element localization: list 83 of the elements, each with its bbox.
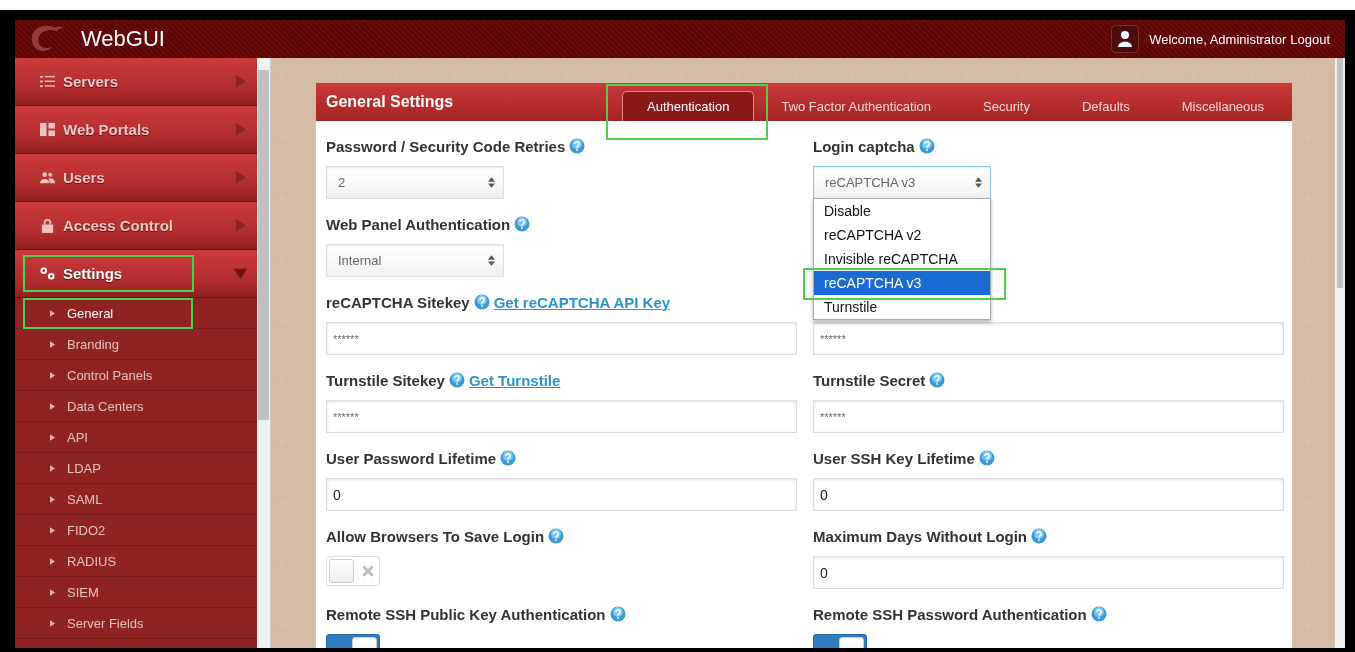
input-field[interactable]: ****** bbox=[326, 322, 797, 355]
caret-icon bbox=[234, 219, 247, 232]
help-icon[interactable] bbox=[929, 372, 946, 388]
input-field[interactable]: 0 bbox=[813, 556, 1284, 589]
link[interactable]: Get reCAPTCHA API Key bbox=[493, 293, 671, 311]
field-label: Turnstile Sitekey bbox=[326, 371, 445, 389]
sidebar-item[interactable]: Users bbox=[15, 154, 257, 202]
caret-icon bbox=[234, 267, 247, 280]
caret-icon bbox=[234, 171, 247, 184]
app-title: WebGUI bbox=[81, 26, 165, 52]
bullet-icon bbox=[50, 526, 55, 534]
help-icon[interactable] bbox=[609, 606, 626, 622]
sidebar-item[interactable]: Servers bbox=[15, 58, 257, 106]
field-label: User Password Lifetime bbox=[326, 449, 497, 467]
portal-icon bbox=[39, 122, 56, 137]
help-icon[interactable] bbox=[1031, 528, 1048, 544]
bullet-icon bbox=[50, 588, 55, 596]
field-label: reCAPTCHA Sitekey bbox=[326, 293, 470, 311]
close-icon bbox=[362, 565, 374, 577]
dropdown-option[interactable]: Invisible reCAPTCHA bbox=[814, 247, 990, 271]
dropdown-option[interactable]: Disable bbox=[814, 199, 990, 223]
help-icon[interactable] bbox=[500, 450, 517, 466]
users-icon bbox=[39, 170, 56, 185]
updown-arrow-icon bbox=[488, 255, 495, 266]
help-icon[interactable] bbox=[978, 450, 995, 466]
help-icon[interactable] bbox=[1090, 606, 1107, 622]
bullet-icon bbox=[50, 619, 55, 627]
bullet-icon bbox=[50, 464, 55, 472]
input-field[interactable]: 0 bbox=[813, 478, 1284, 511]
lock-icon bbox=[39, 218, 56, 233]
dropdown-option[interactable]: Turnstile bbox=[814, 295, 990, 319]
caret-icon bbox=[234, 75, 247, 88]
updown-arrow-icon bbox=[975, 177, 982, 188]
bullet-icon bbox=[50, 340, 55, 348]
bullet-icon bbox=[50, 433, 55, 441]
bullet-icon bbox=[50, 402, 55, 410]
help-icon[interactable] bbox=[473, 294, 490, 310]
bullet-icon bbox=[50, 309, 55, 317]
sidebar-item[interactable]: Access Control bbox=[15, 202, 257, 250]
caret-icon bbox=[234, 123, 247, 136]
field-label: Maximum Days Without Login bbox=[813, 527, 1028, 545]
sidebar-item[interactable]: Settings bbox=[15, 250, 257, 298]
select-field[interactable]: reCAPTCHA v3 bbox=[813, 166, 991, 199]
help-icon[interactable] bbox=[448, 372, 465, 388]
field-label: Turnstile Secret bbox=[813, 371, 926, 389]
scrollbar[interactable] bbox=[257, 58, 271, 648]
dropdown-option[interactable]: reCAPTCHA v2 bbox=[814, 223, 990, 247]
updown-arrow-icon bbox=[488, 177, 495, 188]
field-label: Allow Browsers To Save Login bbox=[326, 527, 545, 545]
field-label: Password / Security Code Retries bbox=[326, 137, 566, 155]
panel-title: General Settings bbox=[326, 93, 455, 111]
input-field[interactable]: ****** bbox=[813, 400, 1284, 433]
link[interactable]: Get Turnstile bbox=[468, 371, 561, 389]
select-field[interactable]: 2 bbox=[326, 166, 504, 199]
help-icon[interactable] bbox=[918, 138, 935, 154]
tab[interactable]: Two Factor Authentication bbox=[756, 91, 956, 121]
help-icon[interactable] bbox=[548, 528, 565, 544]
field-label: Remote SSH Password Authentication bbox=[813, 605, 1087, 623]
dropdown-option[interactable]: reCAPTCHA v3 bbox=[814, 271, 990, 295]
user-avatar-icon[interactable] bbox=[1111, 25, 1140, 53]
scrollbar[interactable] bbox=[1335, 58, 1345, 648]
bullet-icon bbox=[50, 495, 55, 503]
tab[interactable]: Miscellaneous bbox=[1156, 91, 1290, 121]
select-field[interactable]: Internal bbox=[326, 244, 504, 277]
welcome-text: Welcome, Administrator bbox=[1149, 31, 1287, 47]
list-icon bbox=[39, 74, 56, 89]
help-icon[interactable] bbox=[514, 216, 531, 232]
bullet-icon bbox=[50, 371, 55, 379]
tab[interactable]: Security bbox=[958, 91, 1055, 121]
input-field[interactable]: 0 bbox=[326, 478, 797, 511]
help-icon[interactable] bbox=[569, 138, 586, 154]
field-label: Remote SSH Public Key Authentication bbox=[326, 605, 606, 623]
input-field[interactable]: ****** bbox=[326, 400, 797, 433]
sidebar-item[interactable]: Web Portals bbox=[15, 106, 257, 154]
field-label: Login captcha bbox=[813, 137, 915, 155]
field-label: Web Panel Authentication bbox=[326, 215, 511, 233]
tab[interactable]: Defaults bbox=[1056, 91, 1155, 121]
bullet-icon bbox=[50, 557, 55, 565]
input-field[interactable]: ****** bbox=[813, 322, 1284, 355]
tab[interactable]: Authentication bbox=[622, 91, 755, 121]
gears-icon bbox=[39, 266, 56, 281]
field-label: User SSH Key Lifetime bbox=[813, 449, 975, 467]
logout-link[interactable]: Logout bbox=[1290, 31, 1330, 47]
